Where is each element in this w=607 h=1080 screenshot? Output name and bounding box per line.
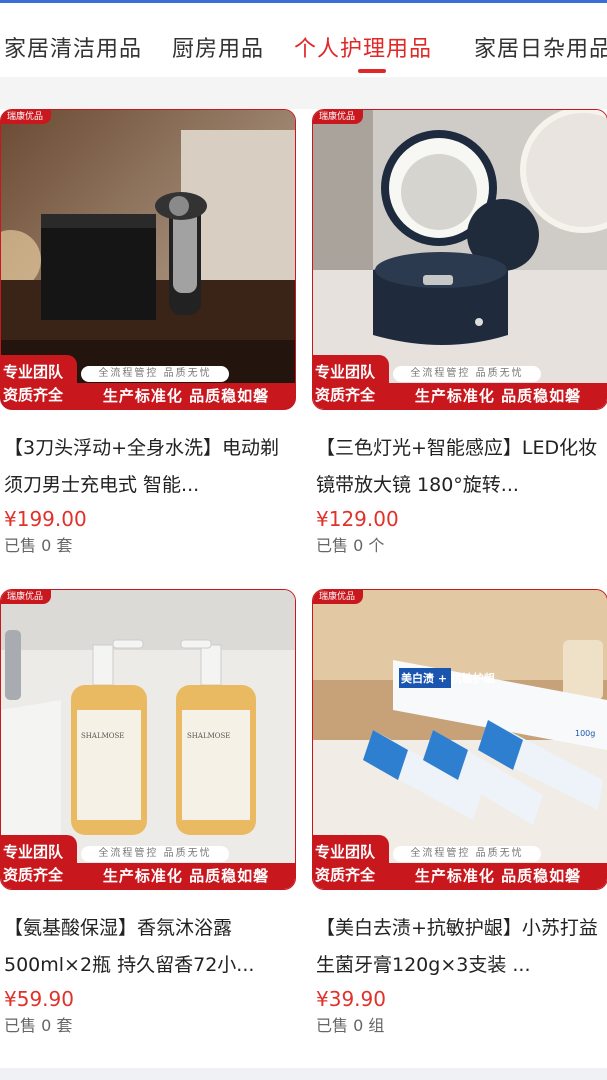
banner-quality-control: 全流程管控 品质无忧 — [81, 366, 229, 382]
banner-standardized: 生产标准化 品质稳如磐 — [389, 863, 607, 889]
product-price: ¥59.90 — [4, 987, 74, 1011]
product-price: ¥129.00 — [316, 507, 399, 531]
product-grid: 瑞康优品 专业团队 资质齐全 全流程管控 品质无忧 生产标准化 品质稳如磐 【3… — [0, 109, 607, 1080]
section-divider — [0, 77, 607, 109]
svg-text:100g: 100g — [575, 729, 595, 738]
tab-household-cleaning[interactable]: 家居清洁用品 — [4, 31, 142, 63]
product-card[interactable]: 美白渍 + 抗敏护龈 100g 瑞康优品 专业团队 资质齐全 全流程管控 品质无… — [312, 589, 607, 1038]
product-card[interactable]: 瑞康优品 专业团队 资质齐全 全流程管控 品质无忧 生产标准化 品质稳如磐 【3… — [0, 109, 296, 558]
bottom-divider — [0, 1068, 607, 1080]
category-tab-bar: 家居清洁用品 厨房用品 个人护理用品 家居日杂用品 — [0, 3, 607, 77]
banner-professional-team: 专业团队 — [315, 843, 376, 861]
banner-quality-control: 全流程管控 品质无忧 — [393, 846, 541, 862]
promo-banner: 专业团队 资质齐全 全流程管控 品质无忧 生产标准化 品质稳如磐 — [313, 835, 607, 889]
product-title[interactable]: 【氨基酸保湿】香氛沐浴露500ml×2瓶 持久留香72小... — [4, 910, 294, 984]
product-price: ¥39.90 — [316, 987, 386, 1011]
product-sold-count: 已售 0 组 — [316, 1016, 385, 1035]
active-tab-indicator — [358, 69, 386, 73]
svg-text:美白渍 + 抗敏护龈: 美白渍 + 抗敏护龈 — [401, 671, 496, 685]
banner-qualified: 资质齐全 — [3, 386, 64, 404]
product-card[interactable]: SHALMOSE SHALMOSE 瑞康优品 专业团队 资质齐全 全流程管控 品… — [0, 589, 296, 1038]
tab-kitchen[interactable]: 厨房用品 — [172, 31, 264, 63]
product-title[interactable]: 【美白去渍+抗敏护龈】小苏打益生菌牙膏120g×3支装 ... — [316, 910, 606, 984]
product-image[interactable]: 美白渍 + 抗敏护龈 100g 瑞康优品 专业团队 资质齐全 全流程管控 品质无… — [312, 589, 607, 890]
product-price: ¥199.00 — [4, 507, 87, 531]
banner-qualified: 资质齐全 — [3, 866, 64, 884]
product-image[interactable]: 瑞康优品 专业团队 资质齐全 全流程管控 品质无忧 生产标准化 品质稳如磐 — [312, 109, 607, 410]
banner-quality-control: 全流程管控 品质无忧 — [81, 846, 229, 862]
product-title[interactable]: 【3刀头浮动+全身水洗】电动剃须刀男士充电式 智能... — [4, 430, 294, 504]
product-card[interactable]: 瑞康优品 专业团队 资质齐全 全流程管控 品质无忧 生产标准化 品质稳如磐 【三… — [312, 109, 607, 558]
banner-professional-team: 专业团队 — [3, 843, 64, 861]
product-sold-count: 已售 0 套 — [4, 1016, 73, 1035]
banner-professional-team: 专业团队 — [3, 363, 64, 381]
product-image[interactable]: 瑞康优品 专业团队 资质齐全 全流程管控 品质无忧 生产标准化 品质稳如磐 — [0, 109, 296, 410]
tab-personal-care[interactable]: 个人护理用品 — [294, 31, 432, 63]
product-image[interactable]: SHALMOSE SHALMOSE 瑞康优品 专业团队 资质齐全 全流程管控 品… — [0, 589, 296, 890]
brand-badge: 瑞康优品 — [1, 110, 52, 124]
banner-qualified: 资质齐全 — [315, 386, 376, 404]
product-title[interactable]: 【三色灯光+智能感应】LED化妆镜带放大镜 180°旋转... — [316, 430, 606, 504]
product-sold-count: 已售 0 套 — [4, 536, 73, 555]
svg-text:SHALMOSE: SHALMOSE — [187, 732, 230, 740]
promo-banner: 专业团队 资质齐全 全流程管控 品质无忧 生产标准化 品质稳如磐 — [1, 355, 295, 409]
promo-banner: 专业团队 资质齐全 全流程管控 品质无忧 生产标准化 品质稳如磐 — [1, 835, 295, 889]
brand-badge: 瑞康优品 — [1, 590, 52, 604]
brand-badge: 瑞康优品 — [313, 590, 364, 604]
promo-banner: 专业团队 资质齐全 全流程管控 品质无忧 生产标准化 品质稳如磐 — [313, 355, 607, 409]
svg-text:SHALMOSE: SHALMOSE — [81, 732, 124, 740]
tab-household-sundries[interactable]: 家居日杂用品 — [474, 31, 607, 63]
product-sold-count: 已售 0 个 — [316, 536, 385, 555]
banner-standardized: 生产标准化 品质稳如磐 — [389, 383, 607, 409]
brand-badge: 瑞康优品 — [313, 110, 364, 124]
banner-standardized: 生产标准化 品质稳如磐 — [77, 863, 295, 889]
banner-professional-team: 专业团队 — [315, 363, 376, 381]
banner-quality-control: 全流程管控 品质无忧 — [393, 366, 541, 382]
banner-qualified: 资质齐全 — [315, 866, 376, 884]
banner-standardized: 生产标准化 品质稳如磐 — [77, 383, 295, 409]
